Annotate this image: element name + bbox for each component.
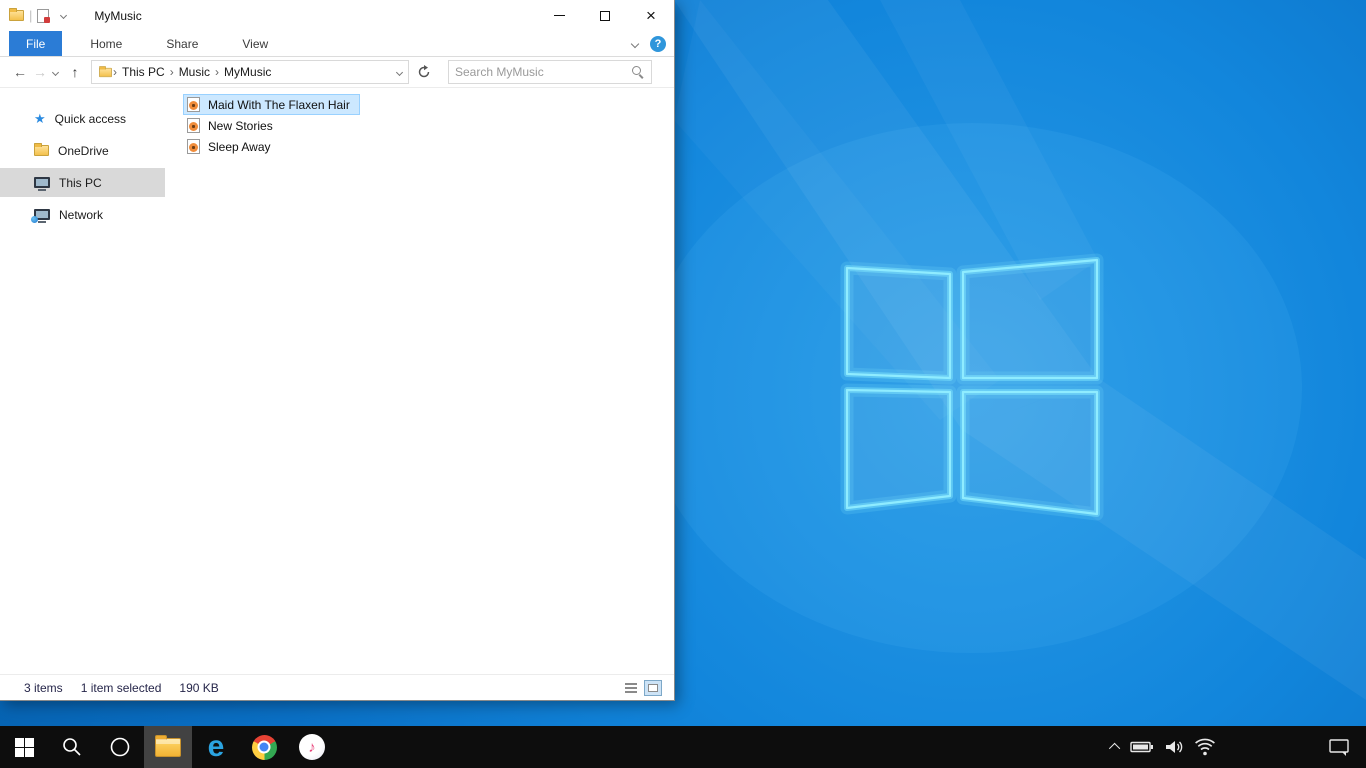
crumb-music[interactable]: Music (174, 65, 215, 79)
sidebar-item-label: OneDrive (58, 143, 109, 158)
ribbon-right-controls: ? (630, 31, 666, 56)
file-item-new-stories[interactable]: New Stories (183, 115, 283, 136)
sidebar-item-network[interactable]: Network (0, 200, 165, 229)
close-button[interactable]: × (628, 0, 674, 31)
back-button[interactable]: ← (10, 64, 30, 80)
thumbnail-view-button[interactable] (644, 679, 662, 696)
forward-button[interactable]: → (30, 64, 50, 80)
taskbar-search-button[interactable] (48, 726, 96, 768)
file-list: Maid With The Flaxen Hair New Stories Sl… (183, 94, 360, 157)
start-button[interactable] (0, 726, 48, 768)
status-item-count: 3 items (24, 680, 63, 695)
status-bar: 3 items 1 item selected 190 KB (0, 674, 674, 700)
cortana-icon (110, 737, 130, 757)
tab-share[interactable]: Share (150, 31, 214, 56)
itunes-icon: ♪ (299, 734, 325, 760)
window-title: MyMusic (94, 8, 142, 23)
music-file-icon (187, 97, 200, 112)
file-explorer-window: | MyMusic × File Home Share View ? ← → ↑… (0, 0, 675, 701)
status-selection: 1 item selected (80, 680, 162, 695)
maximize-button[interactable] (582, 0, 628, 31)
tab-view[interactable]: View (226, 31, 284, 56)
refresh-button[interactable] (414, 65, 434, 79)
wifi-icon[interactable] (1194, 738, 1216, 756)
chrome-icon (251, 734, 277, 760)
minimize-icon (553, 15, 565, 16)
cortana-button[interactable] (96, 726, 144, 768)
details-view-button[interactable] (623, 681, 639, 695)
caption-buttons: × (536, 0, 674, 31)
volume-icon[interactable] (1164, 738, 1184, 756)
sidebar-item-this-pc[interactable]: This PC (0, 168, 165, 197)
search-icon (63, 738, 81, 756)
sidebar-item-label: This PC (59, 175, 102, 190)
search-box (448, 60, 652, 84)
crumb-this-pc[interactable]: This PC (117, 65, 170, 79)
file-explorer-icon (155, 734, 181, 757)
sidebar-item-onedrive[interactable]: OneDrive (0, 136, 165, 165)
music-file-icon (187, 118, 200, 133)
music-file-icon (187, 139, 200, 154)
address-dropdown-chevron-icon[interactable] (395, 68, 404, 76)
search-icon[interactable] (631, 65, 645, 79)
taskbar-file-explorer-button[interactable] (144, 726, 192, 768)
recent-locations-chevron-icon[interactable] (51, 68, 60, 76)
tab-home[interactable]: Home (74, 31, 138, 56)
refresh-icon (418, 65, 430, 78)
up-button[interactable]: ↑ (65, 64, 85, 80)
ribbon-tab-strip: File Home Share View ? (0, 31, 674, 57)
tab-file[interactable]: File (9, 31, 63, 56)
system-tray (1108, 726, 1216, 768)
minimize-button[interactable] (536, 0, 582, 31)
qat-customize-chevron-icon[interactable] (60, 11, 68, 20)
file-name: Sleep Away (208, 139, 271, 154)
maximize-icon (600, 10, 610, 21)
file-item-sleep-away[interactable]: Sleep Away (183, 136, 281, 157)
sidebar-item-quick-access[interactable]: ★ Quick access (0, 104, 165, 133)
this-pc-icon (34, 177, 50, 191)
qat-properties-icon[interactable] (37, 8, 51, 23)
file-name: New Stories (208, 118, 273, 133)
start-icon (14, 737, 34, 757)
action-center-button[interactable] (1320, 726, 1358, 768)
onedrive-icon (34, 143, 49, 156)
sidebar-item-label: Network (59, 207, 104, 222)
battery-icon[interactable] (1130, 740, 1154, 754)
address-bar-row: ← → ↑ › This PC › Music › MyMusic (0, 57, 674, 88)
network-globe-icon (31, 216, 38, 223)
explorer-icon (9, 8, 24, 21)
qat-separator: | (29, 8, 33, 23)
network-icon (31, 209, 50, 223)
location-folder-icon (99, 65, 112, 77)
close-icon: × (646, 6, 656, 25)
ribbon-expand-chevron-icon[interactable] (630, 39, 640, 48)
explorer-main: ★ Quick access OneDrive This PC Network … (0, 88, 674, 674)
quick-access-star-icon: ★ (34, 111, 46, 126)
edge-icon: e (207, 730, 225, 763)
taskbar-edge-button[interactable]: e (192, 726, 240, 768)
crumb-mymusic[interactable]: MyMusic (219, 65, 276, 79)
action-center-icon (1329, 739, 1349, 756)
taskbar-chrome-button[interactable] (240, 726, 288, 768)
help-button[interactable]: ? (650, 35, 666, 52)
taskbar: e ♪ (0, 726, 1366, 768)
file-item-maid-with-the-flaxen-hair[interactable]: Maid With The Flaxen Hair (183, 94, 360, 115)
search-input[interactable] (455, 65, 631, 79)
breadcrumb[interactable]: › This PC › Music › MyMusic (91, 60, 409, 84)
taskbar-itunes-button[interactable]: ♪ (288, 726, 336, 768)
file-name: Maid With The Flaxen Hair (208, 97, 350, 112)
tray-chevron-up-icon[interactable] (1108, 742, 1121, 755)
status-size: 190 KB (179, 680, 219, 695)
title-bar: | MyMusic × (0, 0, 674, 31)
sidebar-item-label: Quick access (54, 111, 127, 126)
view-toggle-buttons (623, 679, 662, 696)
navigation-pane: ★ Quick access OneDrive This PC Network (0, 88, 165, 674)
